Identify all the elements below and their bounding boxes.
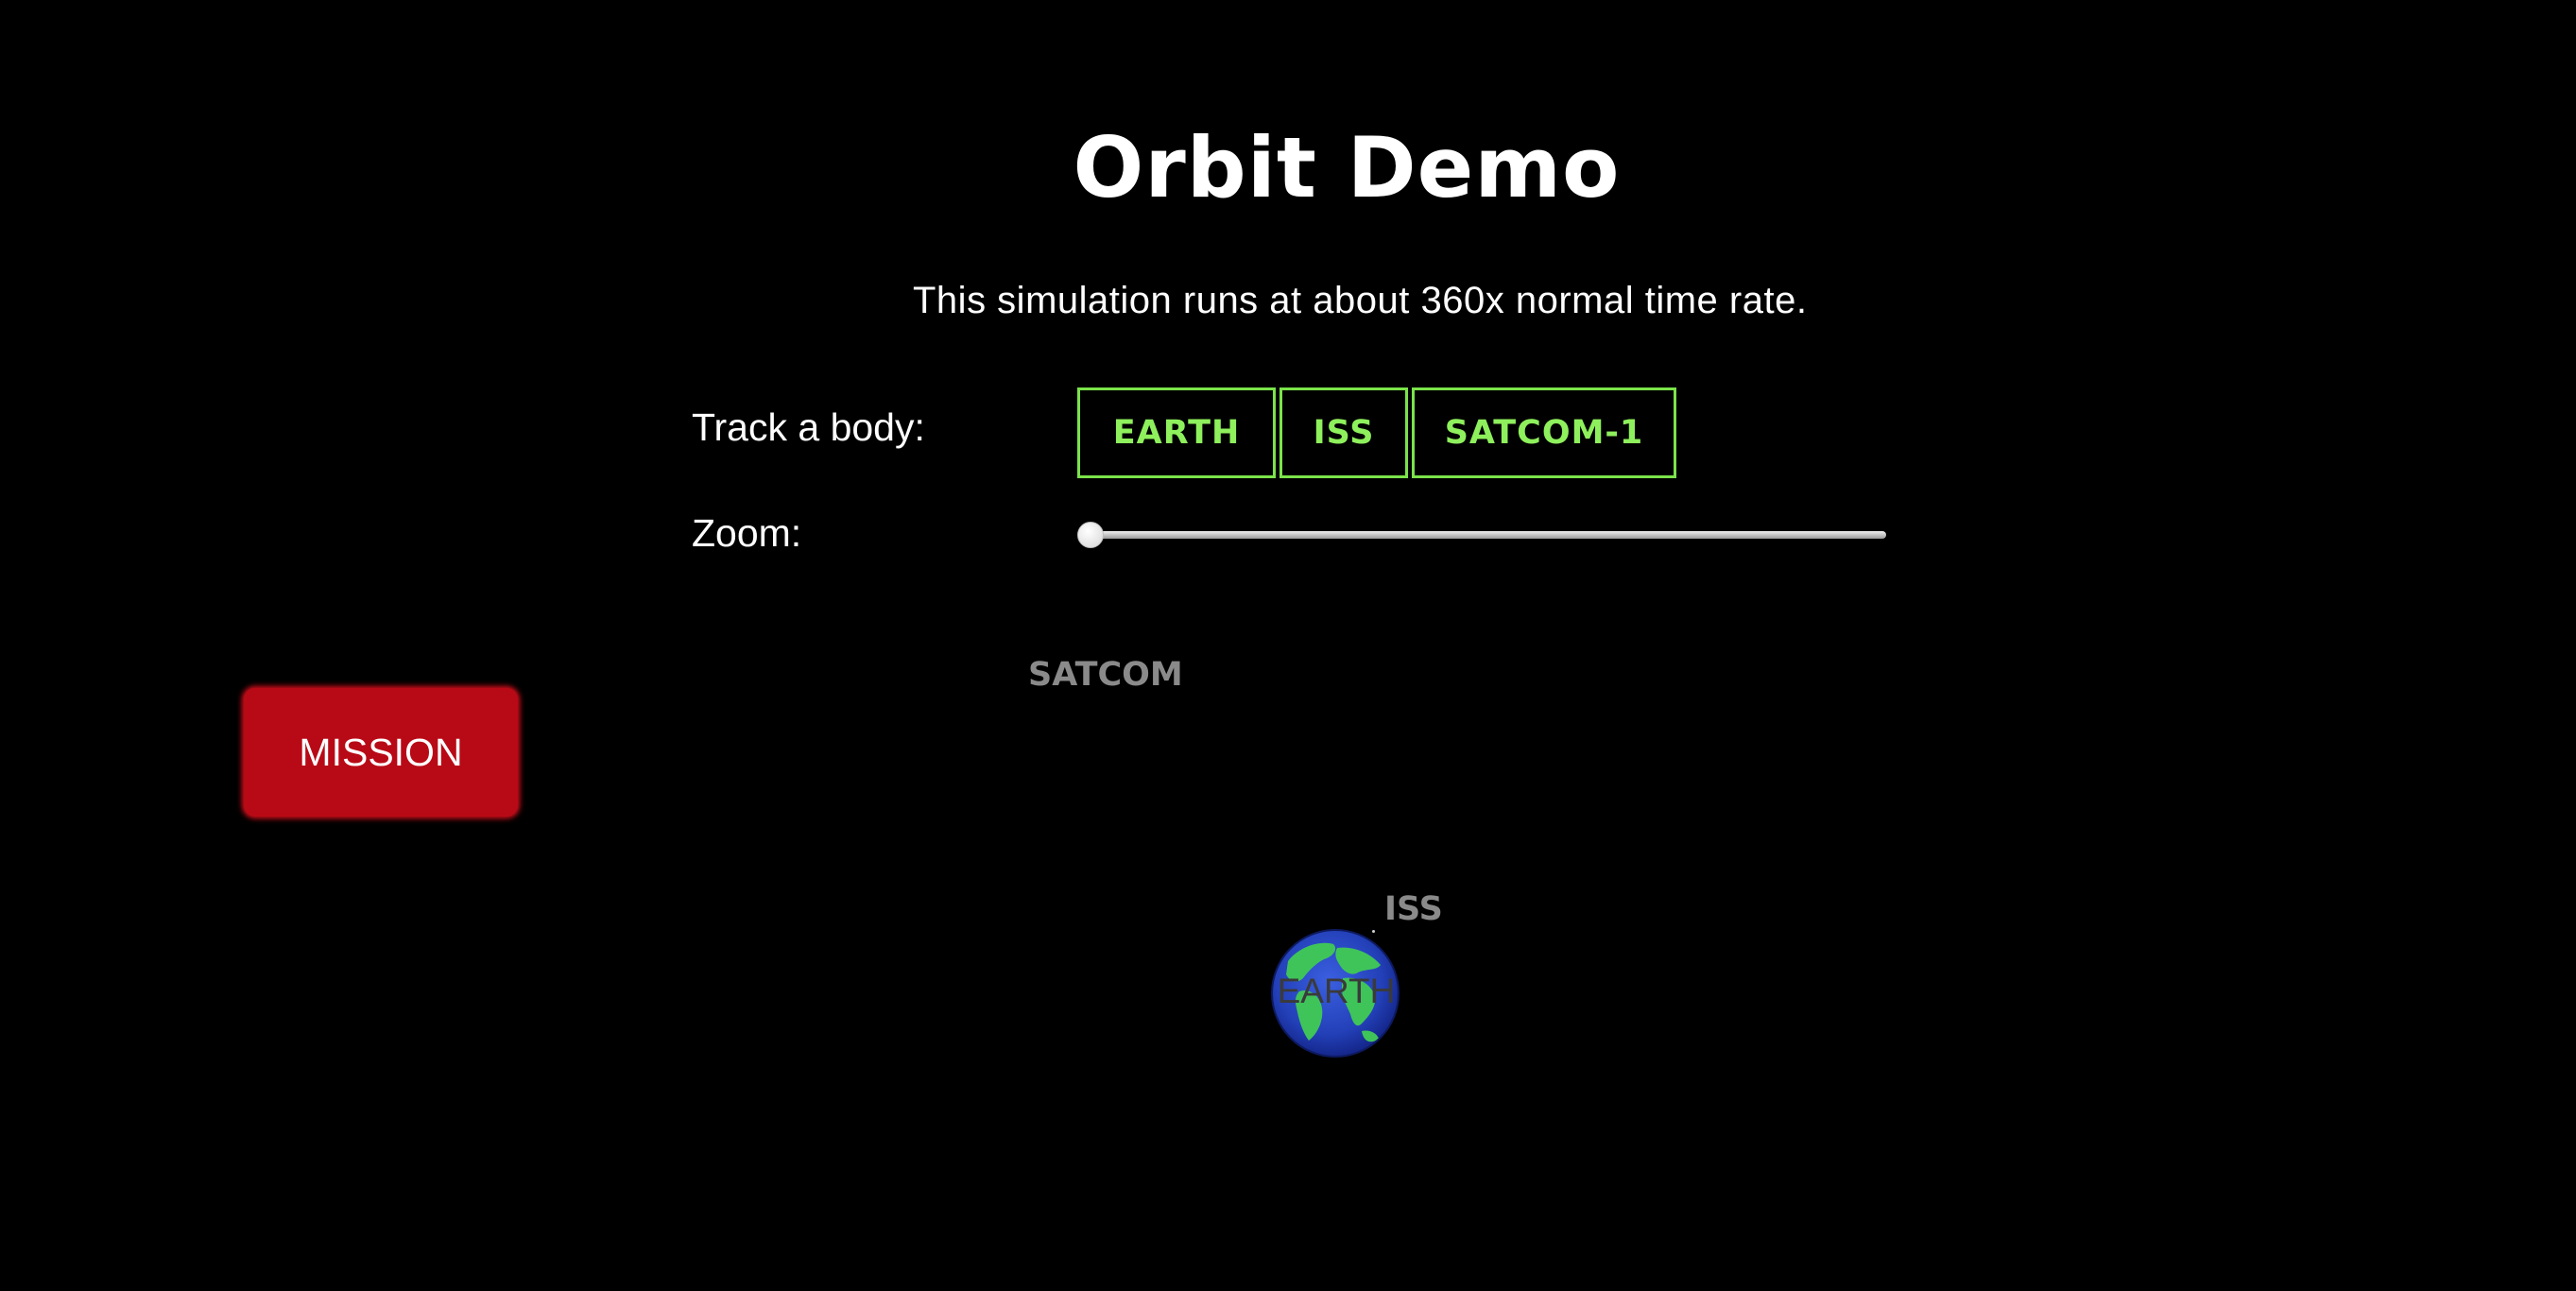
mission-button[interactable]: MISSION bbox=[244, 688, 518, 817]
earth-body-label: EARTH bbox=[1277, 973, 1396, 1010]
zoom-slider-thumb[interactable] bbox=[1077, 522, 1104, 548]
track-satcom-1-button[interactable]: SATCOM-1 bbox=[1412, 387, 1676, 478]
zoom-slider-track[interactable] bbox=[1087, 531, 1886, 539]
iss-body-label: ISS bbox=[1384, 890, 1443, 928]
page-subtitle: This simulation runs at about 360x norma… bbox=[913, 280, 1808, 321]
zoom-slider[interactable] bbox=[1077, 520, 1886, 550]
satcom-body-label: SATCOM bbox=[1028, 656, 1183, 694]
track-body-label: Track a body: bbox=[692, 405, 925, 449]
zoom-label: Zoom: bbox=[692, 511, 802, 555]
track-body-button-group: EARTH ISS SATCOM-1 bbox=[1077, 387, 1676, 478]
track-earth-button[interactable]: EARTH bbox=[1077, 387, 1276, 478]
track-iss-button[interactable]: ISS bbox=[1279, 387, 1408, 478]
page-title: Orbit Demo bbox=[1073, 119, 1621, 216]
